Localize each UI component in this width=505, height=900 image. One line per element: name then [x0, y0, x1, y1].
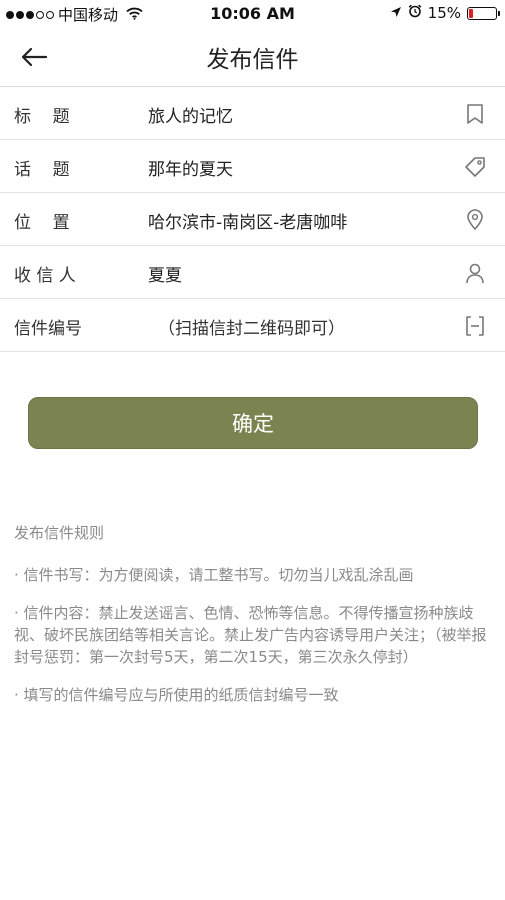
- status-bar: 中国移动 10:06 AM 15%: [0, 0, 505, 28]
- tag-icon: [463, 155, 487, 179]
- person-icon: [463, 261, 487, 285]
- battery-icon: [467, 6, 500, 20]
- rule-item-content: · 信件内容：禁止发送谣言、色情、恐怖等信息。不得传播宣扬种族歧视、破坏民族团结…: [14, 604, 487, 666]
- form-row-letter-number[interactable]: 信件编号 （扫描信封二维码即可）: [0, 299, 505, 352]
- battery-percent: 15%: [427, 4, 461, 22]
- alarm-icon: [408, 4, 422, 22]
- location-label: 位 置: [14, 213, 70, 233]
- nav-bar: 发布信件: [0, 28, 505, 87]
- topic-label: 话 题: [14, 160, 70, 180]
- location-arrow-icon: [390, 4, 402, 22]
- publish-rules: 发布信件规则 · 信件书写：为方便阅读，请工整书写。切勿当儿戏乱涂乱画 · 信件…: [14, 522, 490, 722]
- form-row-topic[interactable]: 话 题 那年的夏天: [0, 140, 505, 193]
- rules-title: 发布信件规则: [14, 524, 105, 542]
- form-row-location[interactable]: 位 置 哈尔滨市-南岗区-老唐咖啡: [0, 193, 505, 246]
- form-row-title[interactable]: 标 题 旅人的记忆: [0, 87, 505, 140]
- page-title: 发布信件: [206, 47, 299, 73]
- location-field[interactable]: 哈尔滨市-南岗区-老唐咖啡: [148, 208, 347, 233]
- letter-number-field[interactable]: （扫描信封二维码即可）: [158, 314, 345, 339]
- recipient-label: 收 信 人: [14, 266, 76, 286]
- location-pin-icon: [463, 208, 487, 232]
- topic-field[interactable]: 那年的夏天: [148, 155, 233, 180]
- rule-item-writing: · 信件书写：为方便阅读，请工整书写。切勿当儿戏乱涂乱画: [14, 566, 414, 584]
- title-label: 标 题: [14, 107, 70, 127]
- title-field[interactable]: 旅人的记忆: [148, 102, 233, 127]
- confirm-button[interactable]: 确定: [28, 397, 478, 449]
- battery-level: [469, 8, 473, 18]
- bookmark-icon: [463, 102, 487, 126]
- scan-icon[interactable]: [463, 314, 487, 338]
- status-right: 15%: [390, 4, 500, 22]
- form-row-recipient[interactable]: 收 信 人 夏夏: [0, 246, 505, 299]
- recipient-field[interactable]: 夏夏: [148, 261, 182, 286]
- letter-form: 标 题 旅人的记忆 话 题 那年的夏天 位 置 哈尔滨市-南岗区-老唐咖啡 收 …: [0, 87, 505, 352]
- letter-number-label: 信件编号: [14, 319, 82, 339]
- rule-item-number: · 填写的信件编号应与所使用的纸质信封编号一致: [14, 686, 339, 704]
